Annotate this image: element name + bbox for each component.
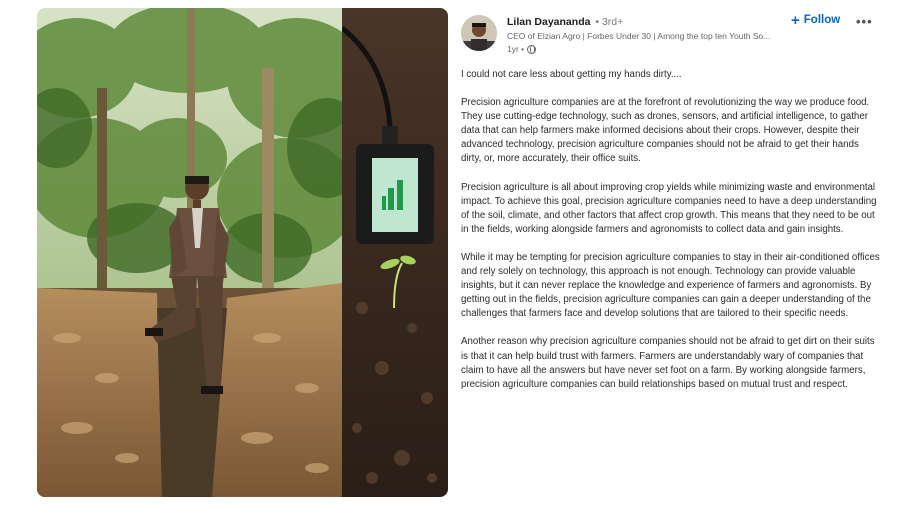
- post-panel: Lilan Dayananda • 3rd+ CEO of Elzian Agr…: [461, 12, 881, 406]
- soil-sensor-photo[interactable]: [342, 8, 448, 497]
- post-paragraph: Precision agriculture is all about impro…: [461, 181, 877, 235]
- more-options-icon[interactable]: •••: [856, 14, 873, 29]
- post-paragraph: I could not care less about getting my h…: [461, 69, 682, 80]
- follow-button[interactable]: + Follow: [791, 11, 841, 29]
- post-header: Lilan Dayananda • 3rd+ CEO of Elzian Agr…: [461, 12, 881, 60]
- man-in-field-photo[interactable]: [37, 8, 342, 497]
- avatar[interactable]: [461, 15, 497, 51]
- author-headline: CEO of Elzian Agro | Forbes Under 30 | A…: [507, 31, 771, 41]
- post-body: I could not care less about getting my h…: [461, 68, 881, 392]
- post-paragraph: While it may be tempting for precision a…: [461, 251, 880, 320]
- connection-degree: • 3rd+: [595, 16, 624, 28]
- plus-icon: +: [791, 11, 800, 29]
- post-time: 1yr •: [507, 44, 525, 54]
- post-meta: 1yr •: [507, 44, 537, 54]
- globe-icon: [527, 44, 537, 54]
- post-paragraph: Precision agriculture companies are at t…: [461, 97, 870, 165]
- post-media[interactable]: [37, 8, 448, 497]
- post-paragraph: Another reason why precision agriculture…: [461, 336, 875, 390]
- author-name-text[interactable]: Lilan Dayananda: [507, 16, 590, 28]
- avatar-icon: [461, 15, 497, 51]
- follow-label: Follow: [803, 14, 841, 26]
- author-name[interactable]: Lilan Dayananda • 3rd+: [507, 16, 623, 28]
